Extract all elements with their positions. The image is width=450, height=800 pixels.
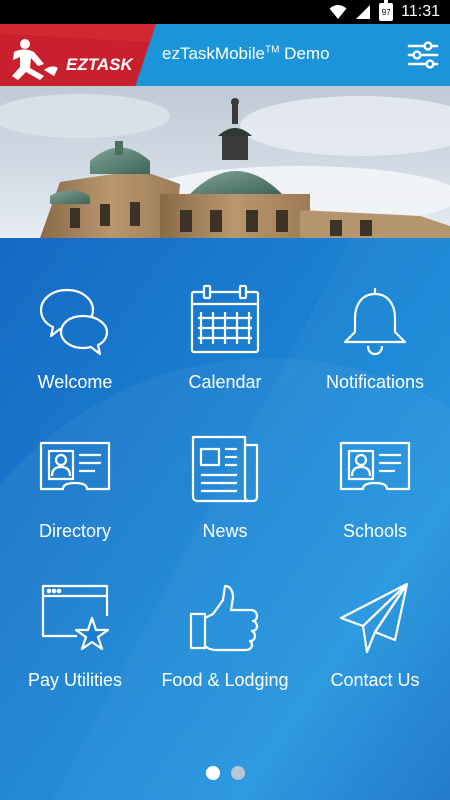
paper-plane-icon [339, 582, 409, 654]
status-time: 11:31 [401, 3, 440, 20]
status-bar: 97 11:31 [0, 0, 450, 24]
tile-food-lodging[interactable]: Food & Lodging [150, 576, 300, 716]
app-title-suffix: Demo [279, 44, 330, 63]
tile-label: News [202, 521, 248, 541]
settings-sliders-icon[interactable] [406, 38, 440, 72]
tile-calendar[interactable]: Calendar [150, 278, 300, 418]
chat-bubbles-icon [39, 288, 109, 356]
tile-news[interactable]: News [150, 427, 300, 567]
page-dot[interactable] [230, 766, 245, 780]
tile-directory[interactable]: Directory [0, 427, 150, 567]
tile-pay-utilities[interactable]: Pay Utilities [0, 576, 150, 716]
newspaper-icon [191, 435, 259, 503]
tile-label: Food & Lodging [161, 670, 289, 690]
thumbs-up-icon [189, 584, 259, 652]
tile-label: Welcome [37, 372, 113, 392]
page-indicator [0, 766, 450, 780]
app-title-main: ezTaskMobile [162, 44, 265, 63]
id-card-icon [39, 441, 111, 491]
tile-label: Notifications [325, 372, 425, 392]
browser-star-icon [41, 584, 110, 651]
tile-label: Pay Utilities [27, 670, 123, 690]
tile-schools[interactable]: Schools [300, 427, 450, 567]
tile-label: Directory [38, 521, 111, 541]
cellular-signal-icon [356, 5, 371, 19]
bell-icon [343, 288, 407, 356]
battery-level: 97 [381, 7, 391, 17]
tile-label: Contact Us [330, 670, 420, 690]
hero-courthouse-image [0, 86, 450, 238]
tile-notifications[interactable]: Notifications [300, 278, 450, 418]
calendar-icon [190, 284, 260, 354]
tile-label: Calendar [188, 372, 262, 392]
logo-text: EZTASK [66, 55, 134, 74]
id-card-icon [339, 441, 411, 491]
tile-contact-us[interactable]: Contact Us [300, 576, 450, 716]
app-title-trademark: TM [265, 44, 280, 56]
app-title: ezTaskMobileTM Demo [162, 44, 330, 64]
page-dot-active[interactable] [205, 766, 220, 780]
wifi-icon [329, 5, 347, 19]
tile-welcome[interactable]: Welcome [0, 278, 150, 418]
tile-label: Schools [342, 521, 408, 541]
battery-icon: 97 [379, 0, 394, 21]
